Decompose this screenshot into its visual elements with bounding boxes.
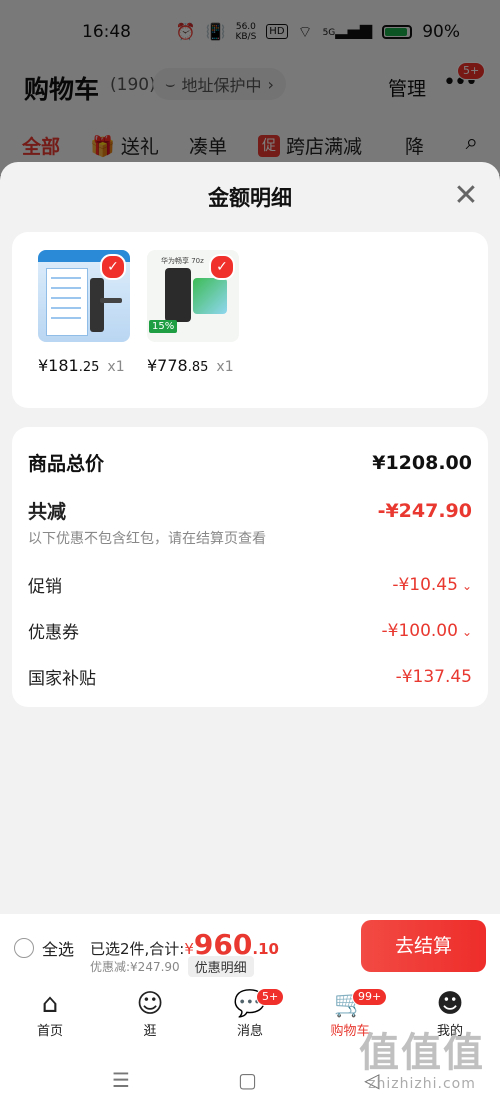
signal-icon: 5G▂▄▆ xyxy=(322,20,373,39)
cart-badge: 99+ xyxy=(352,988,388,1006)
status-time: 16:48 xyxy=(82,22,131,42)
discount-summary: 优惠减:¥247.90 优惠明细 xyxy=(90,956,254,977)
shield-icon: ⌣ xyxy=(165,74,176,93)
user-icon: ☻ xyxy=(436,989,464,1019)
status-bar: 16:48 ⏰ 📳 56.0 KB/S HD ⌔ 5G▂▄▆ 90% xyxy=(0,0,500,64)
net-speed: 56.0 KB/S xyxy=(235,21,257,42)
select-all-label: 全选 xyxy=(42,940,75,959)
checkout-button[interactable]: 去结算 xyxy=(361,920,486,972)
cart-count: (190) xyxy=(110,75,156,95)
total-price-value: ¥1208.00 xyxy=(372,451,472,474)
subsidy-label: 国家补贴 xyxy=(28,669,96,689)
home-icon: ⌂ xyxy=(41,989,59,1019)
chevron-down-icon: ⌄ xyxy=(461,578,472,593)
tab-gift-label: 送礼 xyxy=(120,136,159,158)
tab-cross-store-label: 跨店满减 xyxy=(286,136,363,158)
amount-detail-sheet: 金额明细 ✕ ✓ ¥181.25 x1 华为畅享 70z 15% ✓ ¥778.… xyxy=(0,162,500,914)
total-price-row: 商品总价 ¥1208.00 xyxy=(28,449,472,476)
coupon-label: 优惠券 xyxy=(28,623,79,643)
product-price: ¥778.85 x1 xyxy=(147,356,234,375)
checkmark-icon: ✓ xyxy=(209,254,235,280)
watermark-logo: 值值值 xyxy=(359,1030,485,1076)
vibrate-icon: 📳 xyxy=(205,21,226,41)
subsidy-value: -¥137.45 xyxy=(395,666,472,687)
promo-value: -¥10.45 ⌄ xyxy=(392,574,472,595)
phone-screen-shape xyxy=(193,278,227,314)
battery-icon xyxy=(382,24,413,39)
status-icons: ⏰ 📳 56.0 KB/S HD ⌔ 5G▂▄▆ 90% xyxy=(176,20,460,43)
address-protect-label: 地址保护中 xyxy=(181,76,262,95)
alarm-icon: ⏰ xyxy=(175,21,196,41)
tab-gift[interactable]: 🎁 送礼 xyxy=(90,132,159,159)
amount-detail-card: 商品总价 ¥1208.00 共减 -¥247.90 以下优惠不包含红包，请在结算… xyxy=(12,427,488,707)
wifi-icon: ⌔ xyxy=(297,21,313,41)
subsidy-tag: 15% xyxy=(149,320,178,333)
chevron-right-icon: › xyxy=(267,74,274,94)
product-image: 华为畅享 70z 15% ✓ xyxy=(147,250,239,342)
messages-badge: 5+ xyxy=(256,988,285,1006)
total-reduce-value: -¥247.90 xyxy=(377,499,472,522)
tab-reduce[interactable]: 降 xyxy=(405,132,424,159)
product-image: ✓ xyxy=(38,250,130,342)
close-icon[interactable]: ✕ xyxy=(450,180,482,212)
product-qty: x1 xyxy=(216,359,234,375)
subsidy-row: 国家补贴 -¥137.45 xyxy=(28,664,472,690)
lock-handle-shape xyxy=(100,298,122,303)
more-badge: 5+ xyxy=(457,62,486,80)
battery-fill xyxy=(385,27,407,36)
tab-messages[interactable]: 💬 消息 5+ xyxy=(210,988,290,1039)
manage-button[interactable]: 管理 xyxy=(388,74,426,101)
phone-shape xyxy=(165,268,191,322)
gift-icon: 🎁 xyxy=(90,133,115,158)
tab-cross-store[interactable]: 促跨店满减 xyxy=(258,132,362,159)
discount-detail-button[interactable]: 优惠明细 xyxy=(187,956,254,977)
chevron-down-icon: ⌄ xyxy=(461,624,472,639)
select-all-radio[interactable] xyxy=(14,938,34,958)
tab-bundle[interactable]: 凑单 xyxy=(189,132,227,159)
reduce-note: 以下优惠不包含红包，请在结算页查看 xyxy=(28,531,266,547)
cart-page-background: 16:48 ⏰ 📳 56.0 KB/S HD ⌔ 5G▂▄▆ 90% 购物车 (1… xyxy=(0,0,500,175)
browse-face-icon: ☺ xyxy=(136,989,164,1019)
watermark: 值值值 zhizhizhi.com xyxy=(352,1030,492,1092)
smart-lock-shape xyxy=(90,278,104,332)
sheet-title: 金额明细 xyxy=(208,186,292,210)
total-price-label: 商品总价 xyxy=(28,453,105,475)
address-protect-button[interactable]: ⌣ 地址保护中 › xyxy=(153,68,286,100)
watermark-url: zhizhizhi.com xyxy=(368,1076,476,1092)
product-item[interactable]: 华为畅享 70z 15% ✓ ¥778.85 x1 xyxy=(147,250,239,375)
select-all-toggle[interactable]: 全选 xyxy=(14,936,74,960)
product-brand-text: 华为畅享 70z xyxy=(161,257,204,265)
products-card: ✓ ¥181.25 x1 华为畅享 70z 15% ✓ ¥778.85 x1 xyxy=(12,232,488,408)
coupon-row[interactable]: 优惠券 -¥100.00 ⌄ xyxy=(28,618,473,644)
product-item[interactable]: ✓ ¥181.25 x1 xyxy=(38,250,130,375)
filter-tabs: 全部 🎁 送礼 凑单 促跨店满减 降 ⌕ xyxy=(0,130,500,162)
page-title: 购物车 xyxy=(24,75,100,104)
search-icon[interactable]: ⌕ xyxy=(466,130,478,155)
tab-home[interactable]: ⌂ 首页 xyxy=(10,988,90,1039)
hd-icon: HD xyxy=(266,24,288,39)
promo-tag: 促 xyxy=(258,134,280,157)
checkout-bar: 全选 已选2件,合计: ¥960.10 优惠减:¥247.90 优惠明细 去结算 xyxy=(0,914,500,980)
product-qty: x1 xyxy=(107,359,125,375)
coupon-value: -¥100.00 ⌄ xyxy=(381,620,473,641)
cart-header: 购物车 (190) ⌣ 地址保护中 › 管理 ••• 5+ xyxy=(0,62,500,108)
home-nav-icon[interactable]: ▢ xyxy=(238,1068,257,1092)
product-price: ¥181.25 x1 xyxy=(38,356,125,375)
promo-row[interactable]: 促销 -¥10.45 ⌄ xyxy=(28,572,472,598)
discount-amount: 优惠减:¥247.90 xyxy=(90,960,180,974)
tab-all[interactable]: 全部 xyxy=(22,132,60,159)
lock-info-panel xyxy=(46,268,88,336)
tab-browse[interactable]: ☺ 逛 xyxy=(110,988,190,1039)
total-reduce-row: 共减 -¥247.90 xyxy=(28,497,472,524)
checkmark-icon: ✓ xyxy=(100,254,126,280)
promo-label: 促销 xyxy=(28,577,62,597)
total-reduce-label: 共减 xyxy=(28,501,67,523)
menu-icon[interactable]: ☰ xyxy=(112,1068,130,1092)
battery-percent: 90% xyxy=(422,21,460,42)
